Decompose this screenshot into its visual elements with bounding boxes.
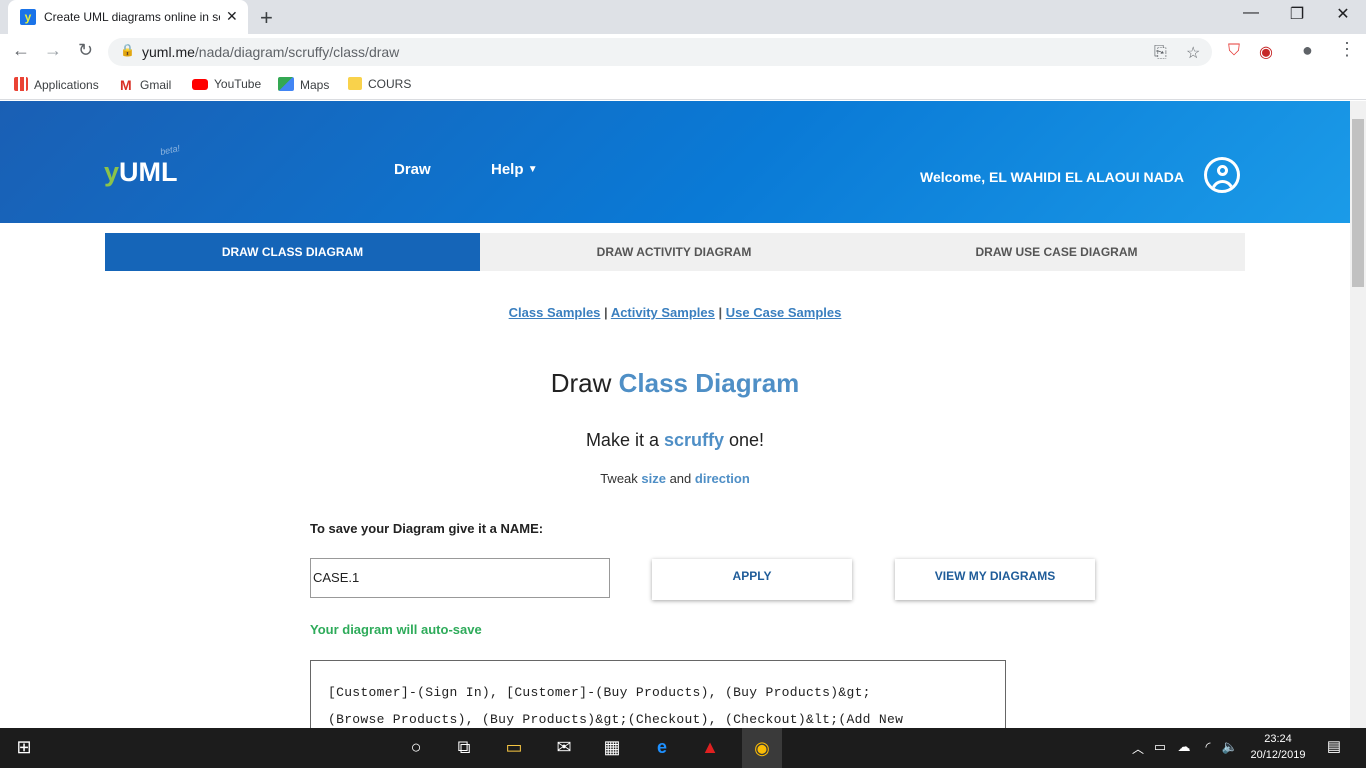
action-center-icon[interactable]: ▤ bbox=[1322, 737, 1346, 759]
file-explorer-icon[interactable]: ▭ bbox=[502, 737, 526, 759]
scruffy-subtitle: Make it a scruffy one! bbox=[0, 430, 1350, 451]
bookmark-applications[interactable]: Applications bbox=[14, 77, 99, 92]
bookmark-youtube[interactable]: YouTube bbox=[192, 77, 261, 91]
wifi-icon[interactable]: ◜ bbox=[1196, 739, 1220, 761]
tweak-subtitle: Tweak size and direction bbox=[0, 471, 1350, 486]
minimize-icon[interactable]: — bbox=[1228, 4, 1274, 22]
caret-down-icon: ▼ bbox=[527, 164, 538, 175]
window-close-icon[interactable]: ✕ bbox=[1320, 4, 1366, 24]
title-accent: Class Diagram bbox=[618, 368, 800, 398]
use-case-samples-link[interactable]: Use Case Samples bbox=[726, 305, 842, 320]
lock-icon: 🔒 bbox=[120, 43, 135, 57]
bookmark-star-icon[interactable]: ☆ bbox=[1186, 43, 1200, 63]
size-link[interactable]: size bbox=[641, 471, 666, 486]
new-tab-icon[interactable]: + bbox=[260, 5, 273, 31]
battery-icon[interactable]: ▭ bbox=[1148, 739, 1172, 761]
sub2-and: and bbox=[665, 471, 695, 486]
title-plain: Draw bbox=[550, 368, 619, 398]
nav-help[interactable]: Help ▼ bbox=[491, 161, 538, 178]
scruffy-link[interactable]: scruffy bbox=[664, 430, 724, 450]
browser-tab[interactable]: y Create UML diagrams online in se ✕ bbox=[8, 0, 248, 34]
folder-icon bbox=[348, 77, 362, 90]
url-text: yuml.me/nada/diagram/scruffy/class/draw bbox=[142, 44, 400, 60]
volume-icon[interactable]: 🔈 bbox=[1218, 739, 1242, 761]
welcome-text: Welcome, EL WAHIDI EL ALAOUI NADA bbox=[920, 169, 1184, 185]
nav-help-label: Help bbox=[491, 161, 524, 178]
page-content: yUML beta! Draw Help ▼ Welcome, EL WAHIDI… bbox=[0, 101, 1350, 728]
sub1-part-a: Make it a bbox=[585, 430, 664, 450]
diagram-name-label: To save your Diagram give it a NAME: bbox=[310, 521, 544, 536]
browser-tab-strip: y Create UML diagrams online in se ✕ + —… bbox=[0, 0, 1366, 34]
gmail-icon: M bbox=[120, 77, 132, 93]
taskbar-clock[interactable]: 23:24 20/12/2019 bbox=[1246, 731, 1310, 763]
diagram-name-value: CASE.1 bbox=[313, 570, 360, 585]
menu-dots-icon[interactable]: ⋮ bbox=[1338, 39, 1356, 60]
bookmark-maps[interactable]: Maps bbox=[278, 77, 329, 92]
reload-icon[interactable]: ↻ bbox=[78, 40, 93, 61]
bookmark-gmail[interactable]: M Gmail bbox=[120, 77, 172, 93]
mail-icon[interactable]: ✉ bbox=[552, 737, 576, 759]
tray-chevron-icon[interactable]: ︿ bbox=[1126, 740, 1150, 762]
logo-beta: beta! bbox=[159, 143, 181, 157]
logo-uml: UML bbox=[119, 157, 178, 187]
bookmark-label: Applications bbox=[34, 78, 99, 92]
bookmark-label: Gmail bbox=[140, 78, 172, 92]
maps-icon bbox=[278, 77, 294, 91]
browser-toolbar: ← → ↻ 🔒 yuml.me/nada/diagram/scruffy/cla… bbox=[0, 34, 1366, 70]
clock-time: 23:24 bbox=[1264, 733, 1292, 745]
back-icon[interactable]: ← bbox=[12, 40, 30, 61]
tab-draw-activity-diagram[interactable]: DRAW ACTIVITY DIAGRAM bbox=[480, 233, 868, 271]
direction-link[interactable]: direction bbox=[695, 471, 750, 486]
bookmark-cours[interactable]: COURS bbox=[348, 77, 411, 91]
store-icon[interactable]: ▦ bbox=[600, 737, 624, 759]
bookmark-label: COURS bbox=[368, 77, 412, 91]
edge-icon[interactable]: e bbox=[650, 737, 674, 759]
sub1-part-b: one! bbox=[724, 430, 765, 450]
translate-icon[interactable]: ⎘ bbox=[1154, 44, 1167, 62]
extension-shield-icon[interactable]: ⛉ bbox=[1228, 42, 1240, 60]
diagram-source-textarea[interactable]: [Customer]-(Sign In), [Customer]-(Buy Pr… bbox=[310, 660, 1006, 728]
windows-taskbar: ⊞ ○ ⧉ ▭ ✉ ▦ e ▲ ◉ ︿ ▭ ☁ ◜ 🔈 23:24 20/12/… bbox=[0, 728, 1366, 768]
address-bar[interactable]: 🔒 yuml.me/nada/diagram/scruffy/class/dra… bbox=[108, 38, 1212, 66]
cortana-circle-icon[interactable]: ○ bbox=[404, 737, 428, 759]
site-header: yUML beta! Draw Help ▼ Welcome, EL WAHIDI… bbox=[0, 101, 1350, 223]
autosave-note: Your diagram will auto-save bbox=[310, 622, 482, 637]
acrobat-icon[interactable]: ▲ bbox=[698, 737, 722, 759]
page-title: Draw Class Diagram bbox=[0, 368, 1350, 399]
bookmark-label: YouTube bbox=[214, 77, 262, 91]
class-samples-link[interactable]: Class Samples bbox=[509, 305, 601, 320]
bookmark-label: Maps bbox=[300, 78, 330, 92]
tab-title: Create UML diagrams online in se bbox=[44, 10, 220, 24]
onedrive-cloud-icon[interactable]: ☁ bbox=[1172, 739, 1196, 761]
tab-close-icon[interactable]: ✕ bbox=[226, 8, 238, 25]
user-avatar-icon[interactable] bbox=[1204, 157, 1240, 193]
youtube-icon bbox=[192, 79, 208, 90]
sub2-part-a: Tweak bbox=[600, 471, 642, 486]
logo-y: y bbox=[104, 157, 120, 187]
bookmarks-bar: Applications M Gmail YouTube Maps COURS bbox=[0, 70, 1366, 100]
samples-links: Class Samples | Activity Samples | Use C… bbox=[508, 305, 842, 320]
view-my-diagrams-button[interactable]: VIEW MY DIAGRAMS bbox=[895, 559, 1095, 600]
windows-start-icon[interactable]: ⊞ bbox=[12, 737, 36, 759]
extension-record-icon[interactable]: ◉ bbox=[1259, 42, 1273, 62]
nav-draw[interactable]: Draw bbox=[394, 161, 431, 178]
scrollbar-thumb[interactable] bbox=[1352, 119, 1364, 287]
page-scrollbar[interactable] bbox=[1350, 101, 1366, 728]
apply-button[interactable]: APPLY bbox=[652, 559, 852, 600]
yuml-favicon-icon: y bbox=[20, 9, 36, 25]
diagram-name-input[interactable]: CASE.1 bbox=[310, 558, 610, 598]
chrome-taskbar-icon[interactable]: ◉ bbox=[742, 728, 782, 768]
restore-icon[interactable]: ❐ bbox=[1274, 4, 1320, 24]
yuml-logo[interactable]: yUML beta! bbox=[104, 143, 181, 188]
tab-draw-class-diagram[interactable]: DRAW CLASS DIAGRAM bbox=[105, 233, 480, 271]
forward-icon[interactable]: → bbox=[44, 40, 62, 61]
apps-grid-icon bbox=[14, 77, 28, 91]
clock-date: 20/12/2019 bbox=[1250, 749, 1306, 761]
task-view-icon[interactable]: ⧉ bbox=[452, 737, 476, 759]
tab-draw-use-case-diagram[interactable]: DRAW USE CASE DIAGRAM bbox=[868, 233, 1245, 271]
profile-icon[interactable]: ● bbox=[1302, 40, 1313, 61]
activity-samples-link[interactable]: Activity Samples bbox=[611, 305, 715, 320]
